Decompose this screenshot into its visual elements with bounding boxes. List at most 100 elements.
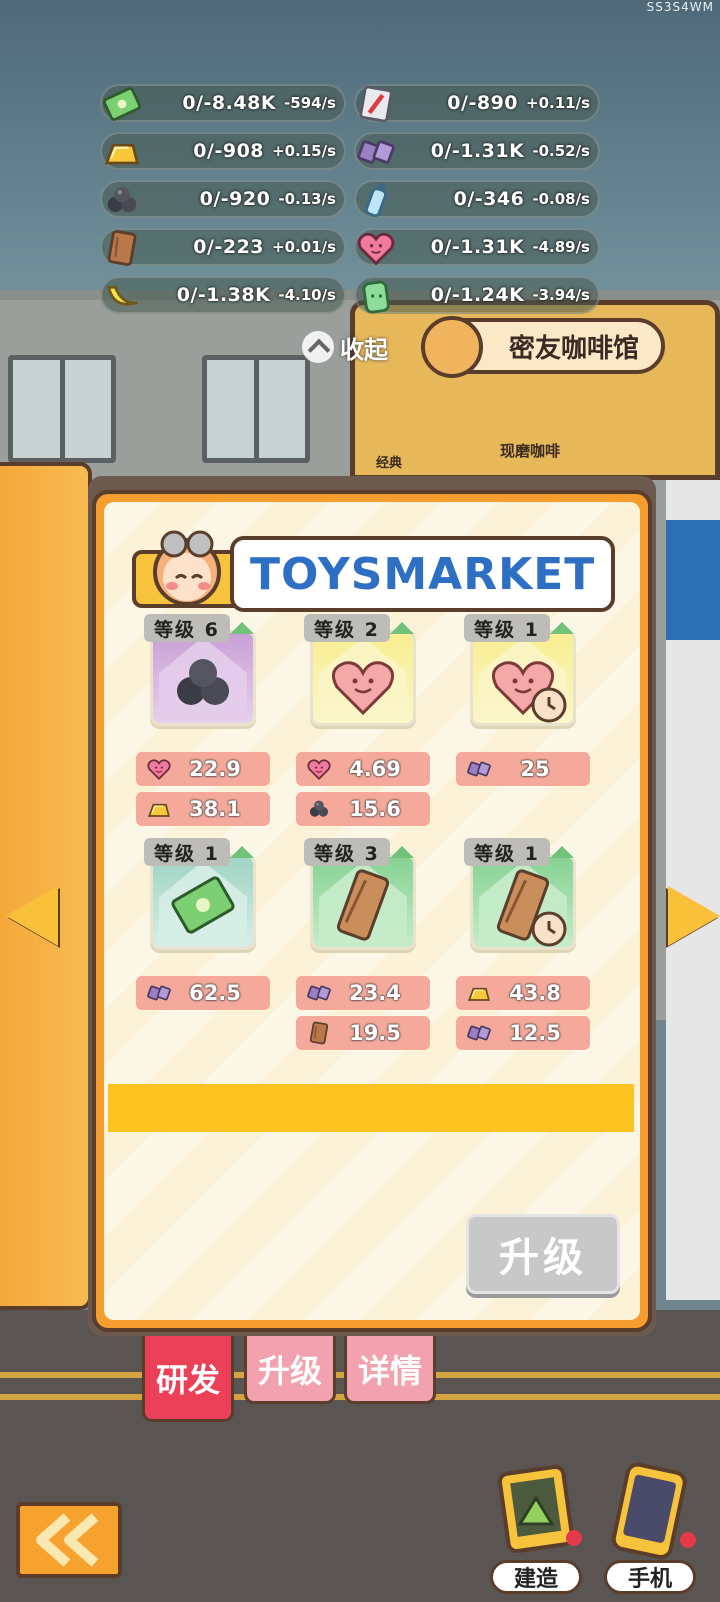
upgrade-available-icon: [550, 622, 574, 634]
back-button[interactable]: [16, 1502, 122, 1578]
coal-icon: [150, 630, 256, 726]
wood-plank-icon: [304, 1018, 334, 1048]
progress-highlight-bar: [108, 1084, 634, 1132]
level-badge: 等级 6: [144, 614, 230, 642]
iron-bar-icon: [144, 978, 174, 1008]
upgrade-available-icon: [550, 846, 574, 858]
requirement-value: 22.9: [189, 757, 241, 781]
resource-rate: -4.10/s: [278, 286, 336, 304]
resource-amount: 0/-1.24K: [430, 284, 525, 306]
tab-details[interactable]: 详情: [344, 1336, 436, 1404]
research-card[interactable]: 等级 3: [304, 838, 416, 950]
requirement-value: 62.5: [189, 981, 241, 1005]
resource-bar[interactable]: 0/-1.24K -3.94/s: [354, 276, 600, 314]
watermark: SS3S4WM: [646, 0, 714, 14]
water-bottle-icon: [354, 178, 398, 222]
heart-icon: [304, 754, 334, 784]
iron-bar-icon: [464, 1018, 494, 1048]
requirement-chip: 19.5: [296, 1016, 430, 1050]
iron-bar-icon: [464, 754, 494, 784]
cafe-menu-label: 经典: [376, 456, 403, 471]
resource-bar[interactable]: 0/-8.48K -594/s: [100, 84, 346, 122]
heart-icon: [354, 226, 398, 270]
banana-icon: [100, 274, 144, 318]
next-page-arrow-icon[interactable]: [668, 886, 720, 946]
research-card[interactable]: 等级 6: [144, 614, 256, 726]
double-chevron-left-icon: [36, 1513, 99, 1567]
resource-rate: +0.15/s: [272, 142, 336, 160]
cafe-name: 密友咖啡馆: [508, 333, 639, 364]
upgrade-available-icon: [390, 846, 414, 858]
resource-amount: 0/-1.31K: [430, 236, 525, 258]
requirement-value: 43.8: [509, 981, 561, 1005]
upgrade-button[interactable]: 升级: [466, 1214, 620, 1294]
tab-research[interactable]: 研发: [142, 1336, 234, 1422]
requirement-value: 23.4: [349, 981, 401, 1005]
resource-bar[interactable]: 0/-1.31K -0.52/s: [354, 132, 600, 170]
resource-amount: 0/-920: [199, 188, 271, 210]
rocket-card-icon: [354, 82, 398, 126]
resource-amount: 0/-1.31K: [430, 140, 525, 162]
heart-timer-icon: [470, 630, 576, 726]
toysmarket-logo: TOYSMARKET: [132, 520, 616, 616]
gold-bar-icon: [100, 130, 144, 174]
research-card[interactable]: 等级 1: [464, 838, 576, 950]
requirement-chip: 4.69: [296, 752, 430, 786]
resource-amount: 0/-1.38K: [176, 284, 271, 306]
resource-bar[interactable]: 0/-223 +0.01/s: [100, 228, 346, 266]
resource-bar[interactable]: 0/-908 +0.15/s: [100, 132, 346, 170]
building-window: [8, 355, 116, 463]
coal-icon: [100, 178, 144, 222]
wood-icon: [310, 854, 416, 950]
resource-rate: -4.89/s: [532, 238, 590, 256]
requirement-chip: 23.4: [296, 976, 430, 1010]
cafe-sign: 密友咖啡馆: [421, 316, 665, 378]
cash-bundle-icon: [100, 82, 144, 126]
requirement-chip: 62.5: [136, 976, 270, 1010]
level-badge: 等级 1: [144, 838, 230, 866]
resource-bar[interactable]: 0/-1.38K -4.10/s: [100, 276, 346, 314]
resource-amount: 0/-346: [453, 188, 525, 210]
resource-rate: -0.13/s: [278, 190, 336, 208]
level-badge: 等级 1: [464, 838, 550, 866]
cafe-menu-label: 现磨咖啡: [500, 442, 561, 460]
phone-button[interactable]: 手机: [600, 1462, 700, 1594]
heart-icon: [144, 754, 174, 784]
research-card[interactable]: 等级 1: [464, 614, 576, 726]
research-card[interactable]: 等级 2: [304, 614, 416, 726]
requirement-chip: 25: [456, 752, 590, 786]
blue-sign: [666, 520, 720, 640]
research-card[interactable]: 等级 1: [144, 838, 256, 950]
level-badge: 等级 3: [304, 838, 390, 866]
coal-icon: [304, 794, 334, 824]
wood-plank-icon: [100, 226, 144, 270]
requirement-value: 15.6: [349, 797, 401, 821]
resource-bar[interactable]: 0/-346 -0.08/s: [354, 180, 600, 218]
requirement-chip: 43.8: [456, 976, 590, 1010]
resource-amount: 0/-223: [193, 236, 265, 258]
resource-bar[interactable]: 0/-920 -0.13/s: [100, 180, 346, 218]
requirement-value: 19.5: [349, 1021, 401, 1045]
resource-rate: +0.11/s: [526, 94, 590, 112]
resource-rate: -0.52/s: [532, 142, 590, 160]
upgrade-available-icon: [390, 622, 414, 634]
build-button[interactable]: 建造: [486, 1462, 586, 1594]
heart-icon: [310, 630, 416, 726]
resource-bar[interactable]: 0/-890 +0.11/s: [354, 84, 600, 123]
resource-rate: -0.08/s: [532, 190, 590, 208]
requirement-value: 38.1: [189, 797, 241, 821]
resource-rate: -594/s: [284, 94, 336, 112]
resource-rate: -3.94/s: [532, 286, 590, 304]
upgrade-available-icon: [230, 622, 254, 634]
phone-label: 手机: [604, 1560, 696, 1594]
phone-icon: [611, 1462, 696, 1560]
build-label: 建造: [490, 1560, 582, 1594]
resource-bar[interactable]: 0/-1.31K -4.89/s: [354, 228, 600, 266]
cash-icon: [150, 854, 256, 950]
gold-bar-icon: [144, 794, 174, 824]
resource-amount: 0/-890: [447, 92, 519, 114]
prev-page-arrow-icon[interactable]: [6, 886, 58, 946]
requirement-value: 12.5: [509, 1021, 561, 1045]
tab-upgrade[interactable]: 升级: [244, 1336, 336, 1404]
collapse-button[interactable]: 收起: [302, 330, 388, 364]
